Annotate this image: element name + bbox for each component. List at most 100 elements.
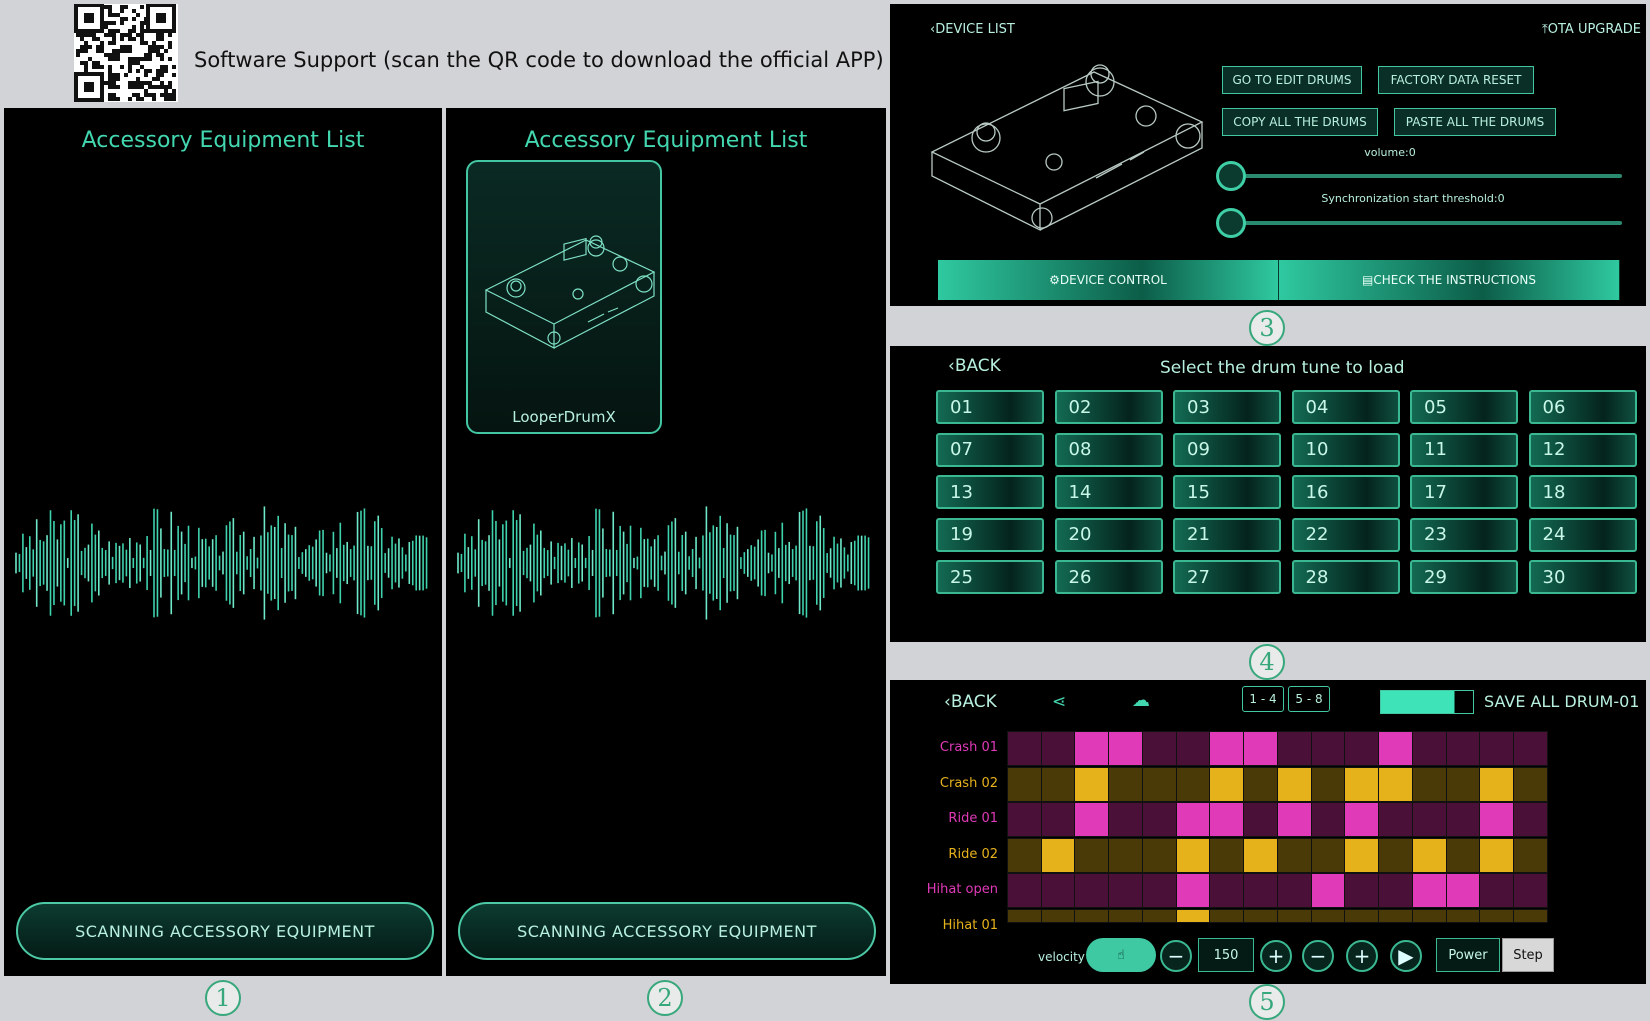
step-cell[interactable] (1277, 873, 1312, 908)
tune-button-03[interactable]: 03 (1173, 390, 1281, 424)
step-cell[interactable] (1344, 802, 1379, 837)
tune-button-24[interactable]: 24 (1528, 517, 1637, 552)
step-cell[interactable] (1344, 731, 1379, 766)
step-cell[interactable] (1209, 908, 1244, 923)
step-cell[interactable] (1344, 837, 1379, 873)
tune-button-30[interactable]: 30 (1528, 560, 1637, 594)
step-cell[interactable] (1107, 802, 1143, 837)
tune-button-25[interactable]: 25 (936, 560, 1044, 594)
copy-all-drums-button[interactable]: COPY ALL THE DRUMS (1222, 108, 1378, 136)
step-cell[interactable] (1040, 731, 1076, 766)
step-cell[interactable] (1040, 802, 1076, 837)
step-cell[interactable] (1107, 908, 1143, 923)
velocity-toggle[interactable]: ☝ (1086, 938, 1156, 972)
step-cell[interactable] (1277, 837, 1312, 873)
step-cell[interactable] (1242, 908, 1278, 923)
step-cell[interactable] (1377, 766, 1413, 802)
tune-button-05[interactable]: 05 (1410, 390, 1518, 424)
tune-button-10[interactable]: 10 (1291, 432, 1400, 467)
step-cell[interactable] (1142, 802, 1177, 837)
step-cell[interactable] (1412, 873, 1447, 908)
power-button[interactable]: Power (1436, 938, 1500, 972)
step-cell[interactable] (1445, 908, 1481, 923)
step-cell[interactable] (1209, 837, 1244, 873)
volume-slider-handle[interactable] (1216, 161, 1246, 191)
step-cell[interactable] (1344, 766, 1379, 802)
tune-button-28[interactable]: 28 (1291, 560, 1400, 594)
tune-button-26[interactable]: 26 (1054, 560, 1163, 594)
tab-device-control[interactable]: ⚙ DEVICE CONTROL (938, 260, 1279, 300)
tune-button-11[interactable]: 11 (1410, 432, 1518, 467)
step-cell[interactable] (1479, 766, 1514, 802)
step-cell[interactable] (1175, 837, 1211, 873)
step-cell[interactable] (1209, 766, 1244, 802)
scan-accessory-button[interactable]: SCANNING ACCESSORY EQUIPMENT (458, 902, 876, 960)
step-cell[interactable] (1242, 802, 1278, 837)
step-cell[interactable] (1107, 837, 1143, 873)
tune-button-15[interactable]: 15 (1173, 475, 1281, 509)
step-cell[interactable] (1142, 837, 1177, 873)
step-cell[interactable] (1242, 766, 1278, 802)
step-cell[interactable] (1074, 837, 1109, 873)
tune-button-04[interactable]: 04 (1291, 390, 1400, 424)
step-cell[interactable] (1445, 873, 1481, 908)
tune-button-02[interactable]: 02 (1054, 390, 1163, 424)
factory-data-reset-button[interactable]: FACTORY DATA RESET (1378, 66, 1534, 94)
back-button[interactable]: ‹BACK (944, 692, 997, 712)
step-cell[interactable] (1377, 837, 1413, 873)
step-cell[interactable] (1310, 802, 1346, 837)
step-cell[interactable] (1277, 908, 1312, 923)
go-to-edit-drums-button[interactable]: GO TO EDIT DRUMS (1222, 66, 1362, 94)
tune-button-14[interactable]: 14 (1054, 475, 1163, 509)
step-cell[interactable] (1277, 766, 1312, 802)
tempo-decrease-button[interactable]: − (1160, 940, 1192, 972)
step-cell[interactable] (1310, 908, 1346, 923)
step-cell[interactable] (1142, 873, 1177, 908)
save-all-drum-label[interactable]: SAVE ALL DRUM-01 (1484, 692, 1639, 711)
step-cell[interactable] (1445, 837, 1481, 873)
step-cell[interactable] (1377, 802, 1413, 837)
step-cell[interactable] (1242, 731, 1278, 766)
tune-button-20[interactable]: 20 (1054, 517, 1163, 552)
step-cell[interactable] (1310, 873, 1346, 908)
step-cell[interactable] (1007, 908, 1042, 923)
step-cell[interactable] (1175, 731, 1211, 766)
step-cell[interactable] (1007, 873, 1042, 908)
tune-button-27[interactable]: 27 (1173, 560, 1281, 594)
play-button[interactable]: ▶ (1390, 940, 1422, 972)
step-cell[interactable] (1142, 766, 1177, 802)
cloud-upload-icon[interactable]: ☁ (1132, 690, 1150, 711)
step-cell[interactable] (1074, 873, 1109, 908)
step-cell[interactable] (1040, 837, 1076, 873)
volume-slider-track[interactable] (1226, 174, 1622, 178)
step-cell[interactable] (1209, 731, 1244, 766)
step-cell[interactable] (1142, 908, 1177, 923)
step-cell[interactable] (1175, 873, 1211, 908)
step-cell[interactable] (1040, 873, 1076, 908)
step-cell[interactable] (1512, 837, 1548, 873)
step-cell[interactable] (1512, 908, 1548, 923)
step-cell[interactable] (1479, 908, 1514, 923)
step-cell[interactable] (1479, 873, 1514, 908)
step-cell[interactable] (1007, 802, 1042, 837)
step-cell[interactable] (1412, 837, 1447, 873)
step-cell[interactable] (1445, 766, 1481, 802)
step-cell[interactable] (1479, 731, 1514, 766)
scan-accessory-button[interactable]: SCANNING ACCESSORY EQUIPMENT (16, 902, 434, 960)
tune-button-29[interactable]: 29 (1410, 560, 1518, 594)
step-cell[interactable] (1107, 731, 1143, 766)
back-button[interactable]: ‹BACK (948, 356, 1001, 376)
step-cell[interactable] (1512, 766, 1548, 802)
device-card-looperdrumx[interactable]: LooperDrumX (466, 160, 662, 434)
tune-button-08[interactable]: 08 (1054, 432, 1163, 467)
step-cell[interactable] (1445, 731, 1481, 766)
tune-button-01[interactable]: 01 (936, 390, 1044, 424)
tune-button-06[interactable]: 06 (1528, 390, 1637, 424)
step-cell[interactable] (1310, 766, 1346, 802)
step-cell[interactable] (1344, 873, 1379, 908)
tempo-increase-button[interactable]: + (1260, 940, 1292, 972)
page-button-1-4[interactable]: 1 - 4 (1242, 686, 1284, 712)
tune-button-21[interactable]: 21 (1173, 517, 1281, 552)
step-cell[interactable] (1040, 766, 1076, 802)
step-increase-button[interactable]: + (1346, 940, 1378, 972)
